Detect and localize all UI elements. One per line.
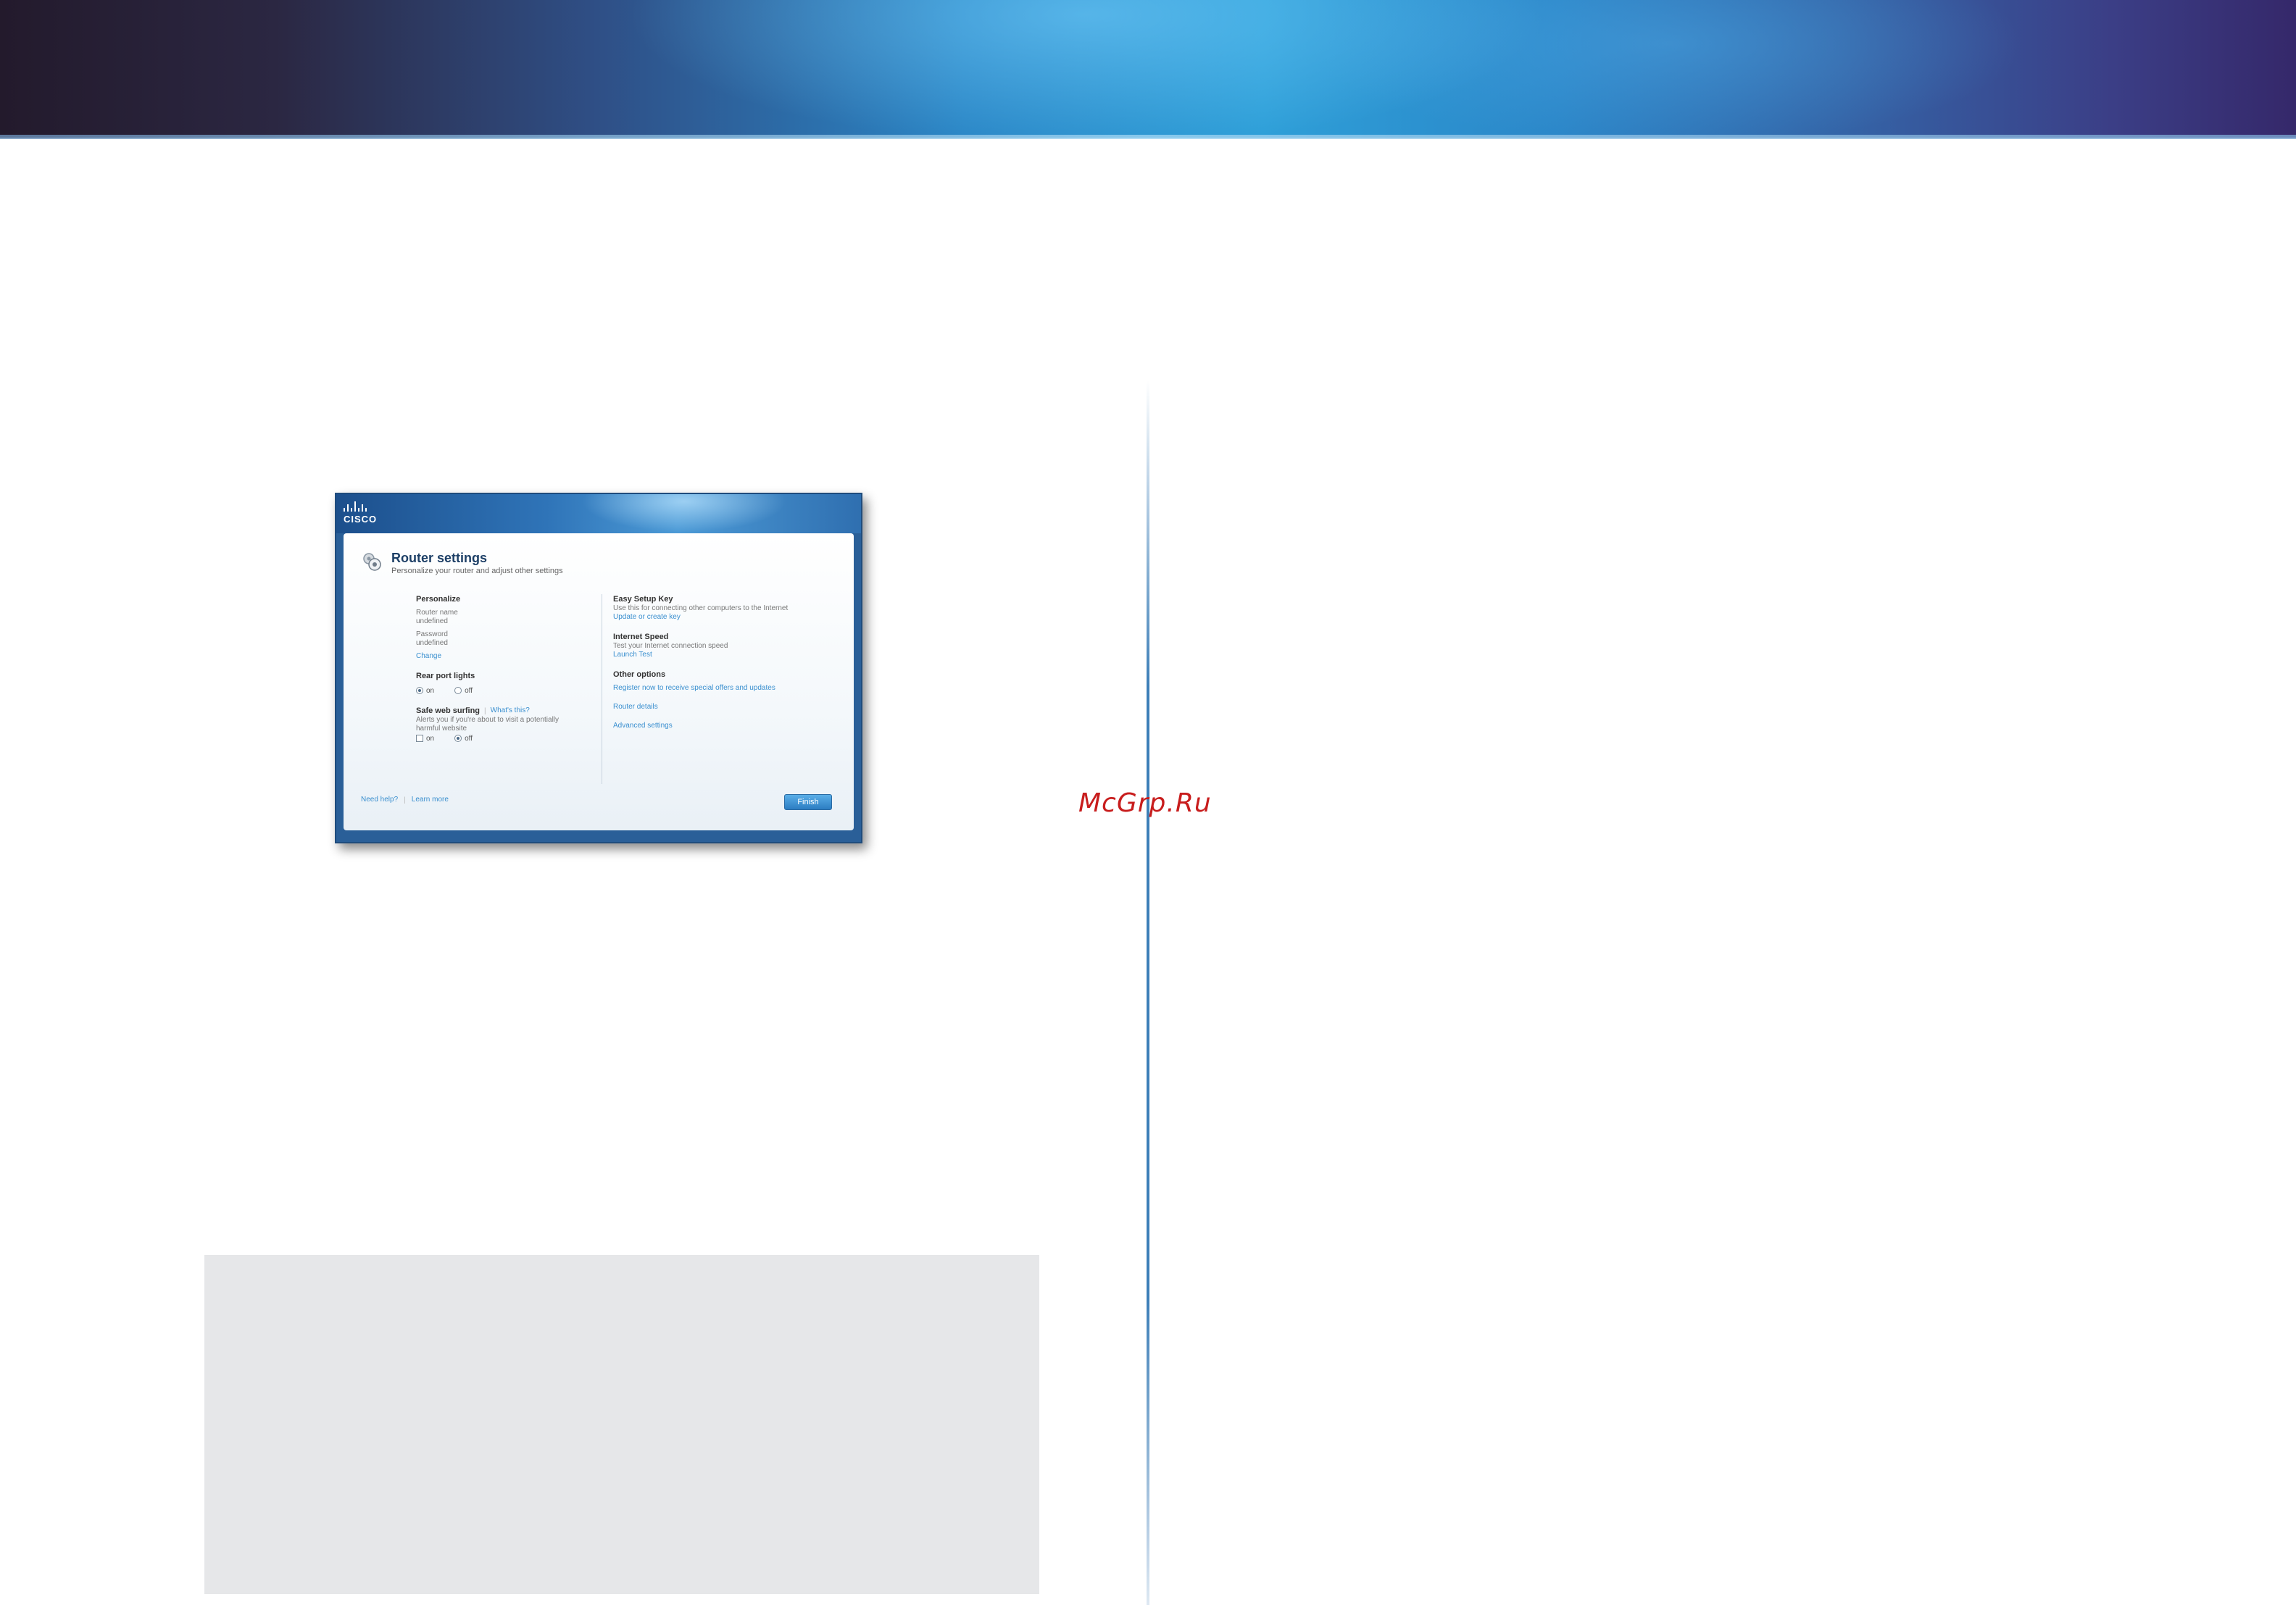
easy-setup-key-description: Use this for connecting other computers … (613, 604, 789, 612)
rear-lights-on-label: on (426, 686, 435, 695)
password-value: undefined (416, 639, 448, 647)
page-header-banner (0, 0, 2296, 138)
safe-web-off-radio[interactable] (454, 735, 462, 742)
learn-more-link[interactable]: Learn more (412, 796, 449, 804)
settings-panel: Router settings Personalize your router … (344, 533, 854, 830)
update-key-link[interactable]: Update or create key (613, 613, 845, 622)
left-settings-column: Personalize Router name undefined Passwo… (416, 594, 590, 743)
internet-speed-heading: Internet Speed (613, 633, 669, 641)
router-details-link[interactable]: Router details (613, 703, 845, 712)
panel-subtitle: Personalize your router and adjust other… (391, 567, 563, 575)
safe-web-surfing-header: Safe web surfing | What's this? (416, 706, 590, 716)
separator: | (484, 706, 486, 715)
launch-test-link[interactable]: Launch Test (613, 651, 845, 659)
cisco-logo-bars (344, 500, 388, 512)
note-box (204, 1255, 1039, 1594)
password-label: Password (416, 630, 448, 638)
panel-footer: Need help? | Learn more (361, 796, 449, 804)
right-settings-column: Easy Setup Key Use this for connecting o… (613, 594, 845, 730)
rear-lights-on-radio[interactable] (416, 687, 423, 694)
advanced-settings-link[interactable]: Advanced settings (613, 722, 845, 730)
column-divider (1147, 380, 1149, 1605)
window-header: CISCO (336, 494, 861, 533)
safe-web-surfing-heading: Safe web surfing (416, 706, 481, 715)
other-options-heading: Other options (613, 670, 666, 679)
rear-lights-off-label: off (465, 686, 473, 695)
rear-lights-off-radio[interactable] (454, 687, 462, 694)
router-settings-window: CISCO Router settings Personalize your r… (335, 493, 862, 843)
cisco-wordmark: CISCO (344, 514, 378, 525)
safe-web-on-checkbox[interactable] (416, 735, 423, 742)
safe-web-off-label: off (465, 734, 473, 743)
personalize-heading: Personalize (416, 595, 461, 604)
footer-separator: | (404, 796, 406, 804)
rear-port-lights-heading: Rear port lights (416, 672, 475, 680)
register-link[interactable]: Register now to receive special offers a… (613, 684, 845, 693)
cisco-logo: CISCO (344, 500, 388, 529)
safe-web-on-label: on (426, 734, 435, 743)
safe-web-description-line2: harmful website (416, 725, 467, 733)
safe-web-description-line1: Alerts you if you're about to visit a po… (416, 716, 560, 724)
banner-edge-line (0, 135, 2296, 139)
watermark-text: McGrp.Ru (1078, 788, 1212, 818)
router-name-value: undefined (416, 617, 448, 625)
panel-title: Router settings (391, 551, 488, 565)
change-link[interactable]: Change (416, 652, 590, 661)
rear-port-lights-options: on off (416, 685, 590, 696)
easy-setup-key-heading: Easy Setup Key (613, 595, 673, 604)
internet-speed-description: Test your Internet connection speed (613, 642, 728, 650)
finish-button[interactable]: Finish (784, 794, 832, 810)
safe-web-surfing-options: on off (416, 733, 590, 743)
router-name-label: Router name (416, 609, 458, 617)
whats-this-link[interactable]: What's this? (491, 706, 530, 715)
router-settings-icon (363, 553, 381, 571)
need-help-link[interactable]: Need help? (361, 796, 398, 804)
